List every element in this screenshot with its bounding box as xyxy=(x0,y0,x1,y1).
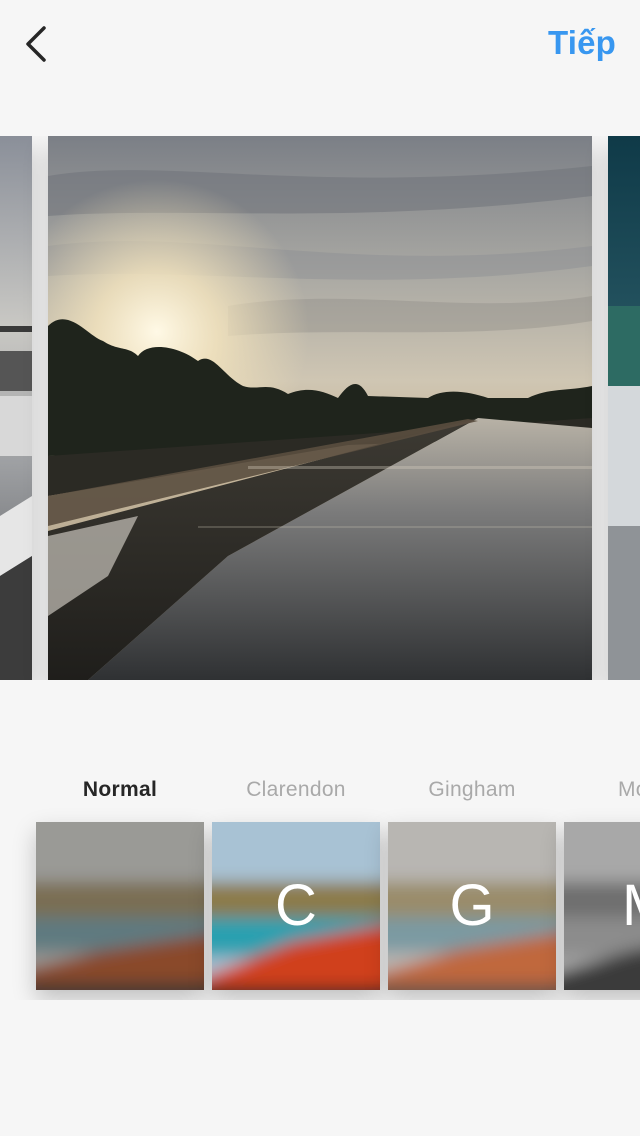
filter-thumbnail[interactable] xyxy=(36,822,204,990)
previous-photo[interactable] xyxy=(0,136,32,680)
filter-thumbnail[interactable]: M xyxy=(564,822,640,990)
chevron-left-icon xyxy=(26,26,46,62)
main-photo[interactable] xyxy=(48,136,592,680)
next-photo[interactable] xyxy=(608,136,640,680)
filter-letter: C xyxy=(275,873,317,938)
filter-thumbnail[interactable]: C xyxy=(212,822,380,990)
filter-strip[interactable]: Normal Clarendon C Gingham G M xyxy=(0,760,640,1000)
next-button[interactable]: Tiếp xyxy=(548,24,616,62)
filter-thumbnail[interactable]: G xyxy=(388,822,556,990)
photo-carousel[interactable] xyxy=(0,136,640,680)
filter-label: Gingham xyxy=(428,778,516,801)
back-button[interactable] xyxy=(18,22,58,66)
filter-label: Clarendon xyxy=(246,778,346,801)
filter-label: Normal xyxy=(82,778,158,801)
filter-letter: G xyxy=(449,873,495,938)
filter-letter: M xyxy=(564,822,640,990)
filter-label: Mo xyxy=(618,778,640,801)
top-bar: Tiếp xyxy=(0,0,640,90)
